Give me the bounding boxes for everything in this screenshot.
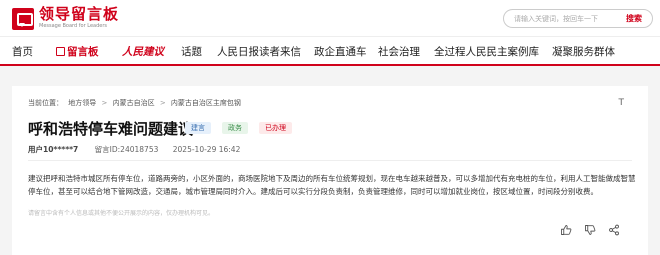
text-size-toggle[interactable]: T [619, 98, 625, 108]
message-id: 留言ID:24018753 [94, 145, 159, 154]
privacy-notice: 请留言中含有个人信息或其他不便公开展示的内容，仅办理机构可见。 [28, 210, 215, 217]
like-icon[interactable] [560, 224, 572, 236]
site-header: 领导留言板 Message Board for Leaders 搜索 [0, 0, 660, 36]
breadcrumb: 当前位置： 地方领导 > 内蒙古自治区 > 内蒙古自治区主席包钢 [28, 98, 244, 108]
main-nav: 首页 留言板 人民建议 话题 人民日报读者来信 政企直通车 社会治理 全过程人民… [0, 36, 660, 66]
font-size-icon: T [618, 98, 625, 108]
breadcrumb-separator: > [159, 99, 166, 107]
nav-item-democracy-cases[interactable]: 全过程人民民主案例库 [434, 44, 539, 59]
breadcrumb-separator: > [101, 99, 108, 107]
breadcrumb-label: 当前位置： [28, 99, 63, 107]
nav-item-service-groups[interactable]: 凝聚服务群体 [552, 44, 615, 59]
nav-item-home[interactable]: 首页 [12, 44, 33, 59]
author-name: 用户10*****7 [28, 145, 79, 154]
share-icon[interactable] [608, 224, 620, 236]
dislike-icon[interactable] [584, 224, 596, 236]
message-meta: 用户10*****7 留言ID:24018753 2025-10-29 16:4… [28, 144, 240, 155]
nav-item-topics[interactable]: 话题 [181, 44, 202, 59]
breadcrumb-link-chairman[interactable]: 内蒙古自治区主席包钢 [171, 99, 241, 107]
search-box: 搜索 [503, 9, 653, 28]
message-detail-card: 当前位置： 地方领导 > 内蒙古自治区 > 内蒙古自治区主席包钢 T 呼和浩特停… [12, 86, 648, 255]
logo-subtitle: Message Board for Leaders [39, 23, 108, 29]
breadcrumb-link-inner-mongolia[interactable]: 内蒙古自治区 [113, 99, 155, 107]
nav-item-enterprise-express[interactable]: 政企直通车 [314, 44, 367, 59]
post-date: 2025-10-29 16:42 [172, 145, 241, 154]
action-bar [560, 224, 620, 236]
breadcrumb-link-local-leaders[interactable]: 地方领导 [68, 99, 96, 107]
message-board-icon [56, 47, 65, 56]
logo-title: 领导留言板 [39, 5, 120, 23]
divider [28, 160, 632, 161]
status-badge: 已办理 [259, 122, 292, 134]
page-title: 呼和浩特停车难问题建议 [28, 120, 194, 138]
category-tag-government: 政务 [222, 122, 248, 134]
message-content: 建议把呼和浩特市城区所有停车位，道路两旁的，小区外面的，商场医院地下及周边的所有… [28, 174, 636, 196]
nav-item-people-suggestion[interactable]: 人民建议 [122, 44, 164, 59]
nav-item-reader-letters[interactable]: 人民日报读者来信 [217, 44, 301, 59]
nav-item-message-board[interactable]: 留言板 [56, 44, 99, 59]
message-board-logo-icon [12, 7, 34, 30]
search-button[interactable]: 搜索 [626, 13, 642, 24]
category-tag-suggestion: 建言 [185, 122, 211, 134]
site-logo[interactable]: 领导留言板 Message Board for Leaders [12, 7, 119, 30]
search-input[interactable] [514, 14, 624, 23]
nav-item-social-governance[interactable]: 社会治理 [378, 44, 420, 59]
